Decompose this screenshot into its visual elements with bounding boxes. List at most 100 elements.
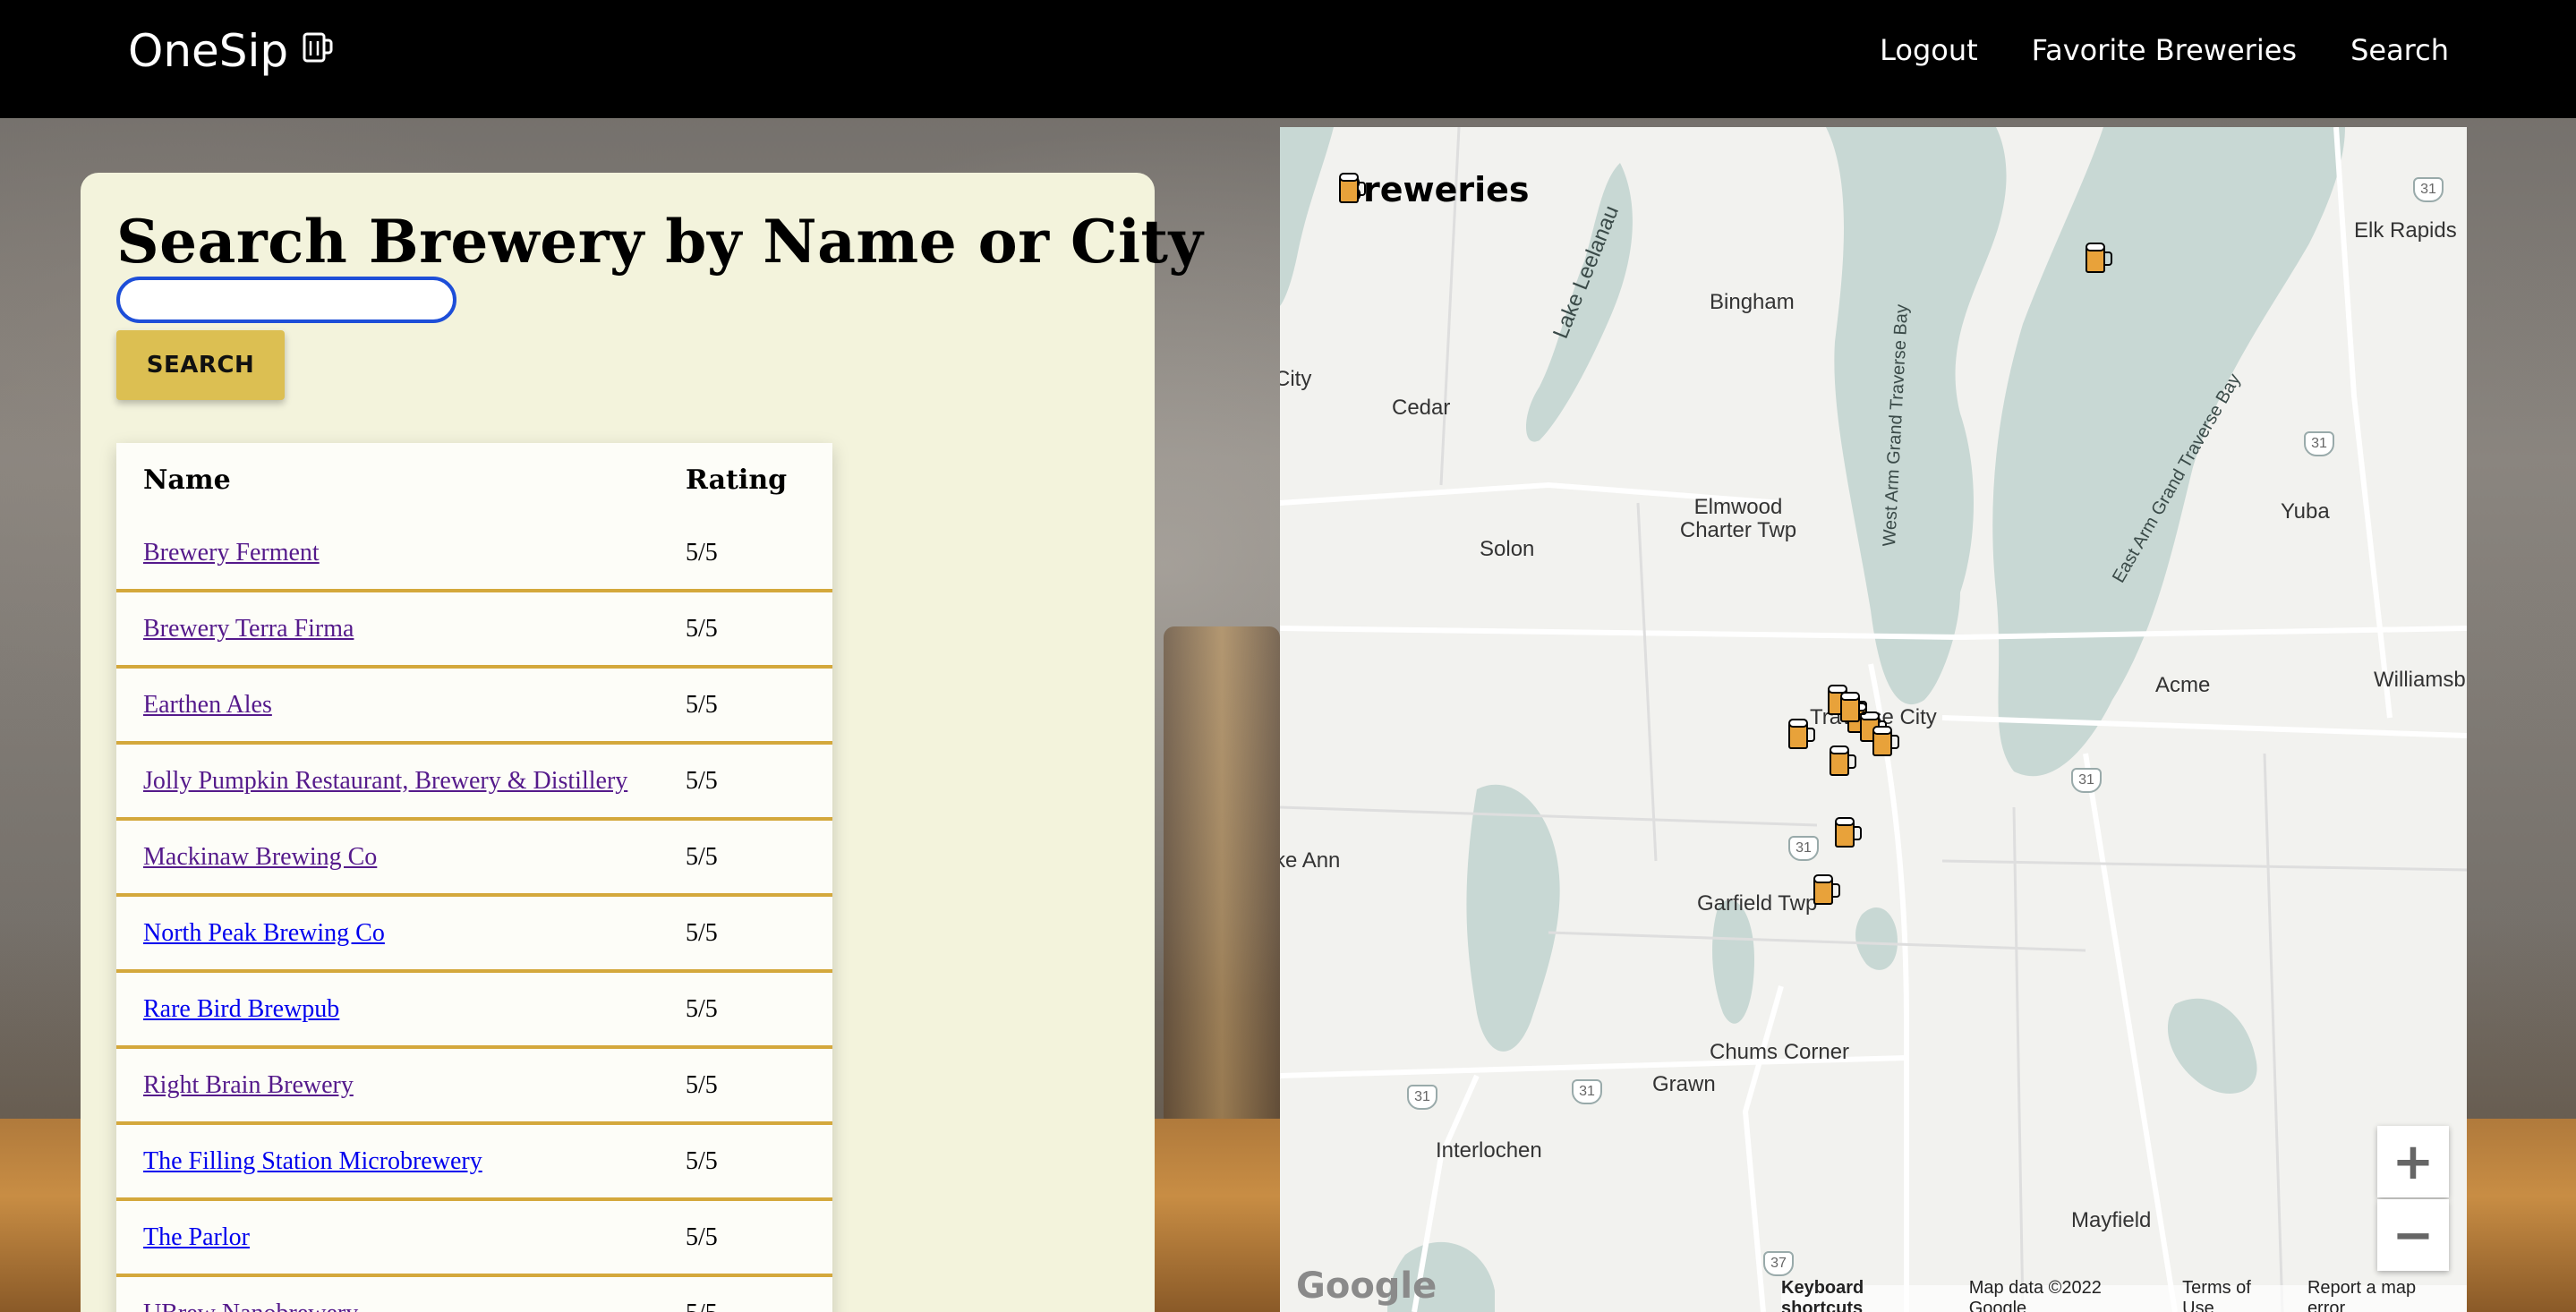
place-label: Garfield Twp [1697,891,1818,916]
place-label: Interlochen [1436,1138,1542,1163]
keyboard-shortcuts-link[interactable]: Keyboard shortcuts [1781,1278,1948,1312]
rating-cell: 5/5 [686,1146,718,1175]
beer-marker-icon[interactable] [1871,723,1901,759]
brewery-name-cell: Brewery Terra Firma [116,615,686,643]
rating-cell: 5/5 [686,1299,832,1312]
brewery-link[interactable]: Jolly Pumpkin Restaurant, Brewery & Dist… [143,767,627,795]
beer-marker-icon[interactable] [1838,689,1869,725]
place-label: Yuba [2281,499,2330,524]
terms-of-use-link[interactable]: Terms of Use [2182,1278,2286,1312]
brewery-link[interactable]: Right Brain Brewery [143,1071,354,1099]
rating-cell: 5/5 [686,1070,718,1099]
brewery-link[interactable]: Mackinaw Brewing Co [143,843,377,871]
brewery-link[interactable]: Earthen Ales [143,691,272,719]
highway-shield: 37 [1763,1251,1794,1276]
search-button[interactable]: SEARCH [116,330,285,400]
brewery-name-cell: Mackinaw Brewing Co [116,843,686,872]
highway-shield: 31 [1788,836,1819,861]
place-label: Solon [1480,537,1535,561]
place-label: ke Ann [1280,848,1341,873]
search-input[interactable] [116,277,456,323]
place-label: Acme [2155,673,2211,697]
place-label: Williamsb [2374,668,2466,692]
brewery-link[interactable]: Brewery Terra Firma [143,615,354,643]
google-logo[interactable]: Google [1296,1265,1437,1307]
place-label: City [1280,367,1312,391]
header-rating: Rating [686,464,788,496]
map[interactable]: Breweries Bingham Elk Rapids City Cedar … [1280,127,2467,1312]
brewery-name-cell: Rare Bird Brewpub [116,995,686,1024]
brewery-link[interactable]: Brewery Ferment [143,539,320,567]
nav-search[interactable]: Search [2350,32,2449,68]
place-label: Bingham [1710,290,1795,314]
brewery-name-cell: The Parlor [116,1223,686,1252]
beer-marker-icon[interactable] [1828,743,1858,779]
brewery-name-cell: Jolly Pumpkin Restaurant, Brewery & Dist… [116,767,686,796]
table-row: The Parlor 5/5 [116,1201,832,1277]
table-row: Brewery Terra Firma 5/5 [116,592,832,669]
rating-cell: 5/5 [686,918,718,947]
rating-cell: 5/5 [686,690,718,719]
place-label: Elmwood Charter Twp [1679,495,1797,542]
brand[interactable]: OneSip [128,25,333,77]
brewery-link[interactable]: UBrew Nanobrewery [143,1299,358,1312]
brewery-name-cell: UBrew Nanobrewery [116,1299,686,1312]
brewery-link[interactable]: Rare Bird Brewpub [143,995,339,1023]
brewery-table: Name Rating Brewery Ferment 5/5 Brewery Te… [116,443,832,1312]
table-row: The Filling Station Microbrewery 5/5 [116,1125,832,1201]
table-row: Brewery Ferment 5/5 [116,516,832,592]
highway-shield: 31 [1407,1085,1437,1110]
nav-logout[interactable]: Logout [1880,32,1978,68]
rating-cell: 5/5 [686,994,718,1023]
brewery-link[interactable]: The Filling Station Microbrewery [143,1147,482,1175]
table-row: Right Brain Brewery 5/5 [116,1049,832,1125]
navbar: OneSip Logout Favorite Breweries Search [0,0,2576,118]
rating-cell: 5/5 [686,538,718,567]
brewery-link[interactable]: The Parlor [143,1223,250,1251]
table-row: Mackinaw Brewing Co 5/5 [116,821,832,897]
beer-mug-icon [303,32,333,63]
report-map-error-link[interactable]: Report a map error [2307,1278,2456,1312]
brewery-name-cell: Brewery Ferment [116,539,686,567]
table-row: North Peak Brewing Co 5/5 [116,897,832,973]
rating-cell: 5/5 [686,1223,718,1251]
brewery-name-cell: Earthen Ales [116,691,686,720]
table-row: Jolly Pumpkin Restaurant, Brewery & Dist… [116,745,832,821]
brewery-link[interactable]: North Peak Brewing Co [143,919,385,947]
brand-name[interactable]: OneSip [128,25,288,77]
map-title: Breweries [1337,170,1530,209]
place-label: Cedar [1392,396,1451,420]
table-row: UBrew Nanobrewery 5/5 [116,1277,832,1312]
table-body: Brewery Ferment 5/5 Brewery Terra Firma 5/5… [116,516,832,1312]
beer-marker-icon[interactable] [1833,814,1864,850]
background-glass [1164,626,1280,1128]
brewery-name-cell: The Filling Station Microbrewery [116,1147,686,1176]
highway-shield: 31 [1572,1079,1602,1104]
nav-links: Logout Favorite Breweries Search [1880,32,2449,68]
table-row: Earthen Ales 5/5 [116,669,832,745]
highway-shield: 31 [2071,768,2102,793]
brewery-name-cell: Right Brain Brewery [116,1071,686,1100]
search-panel: Search Brewery by Name or City SEARCH Na… [81,173,1203,1312]
rating-cell: 5/5 [686,766,718,795]
beer-mug-icon [1339,173,1366,203]
beer-marker-icon[interactable] [1812,872,1842,907]
map-data-attribution: Map data ©2022 Google [1968,1278,2102,1312]
beer-marker-icon[interactable] [2084,240,2114,276]
place-label: Mayfield [2071,1208,2152,1232]
place-label: Grawn [1652,1072,1716,1096]
table-row: Rare Bird Brewpub 5/5 [116,973,832,1049]
rating-cell: 5/5 [686,842,718,871]
table-header: Name Rating [116,443,832,516]
map-footer: Keyboard shortcuts Map data ©2022 Google… [1781,1278,2467,1312]
place-label: Elk Rapids [2354,218,2457,243]
nav-favorite-breweries[interactable]: Favorite Breweries [2032,32,2297,68]
header-name: Name [143,464,231,496]
zoom-out-button[interactable]: − [2377,1199,2449,1271]
zoom-in-button[interactable]: + [2377,1126,2449,1197]
page-title: Search Brewery by Name or City [116,207,1204,277]
highway-shield: 31 [2413,177,2444,202]
rating-cell: 5/5 [686,614,718,643]
place-label: Chums Corner [1710,1040,1850,1064]
beer-marker-icon[interactable] [1787,716,1817,752]
